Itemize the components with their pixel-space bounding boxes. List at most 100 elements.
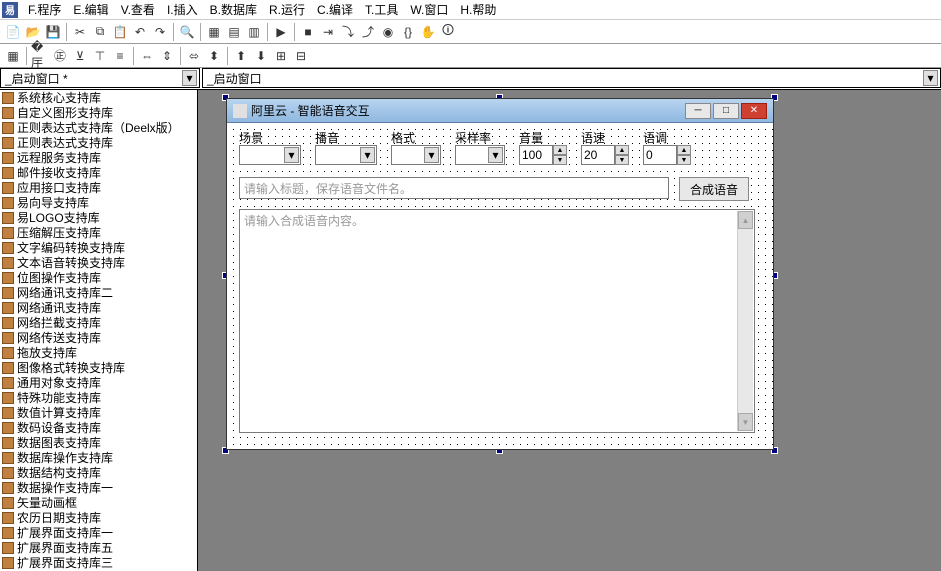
tree-item[interactable]: 易LOGO支持库 [0, 210, 197, 225]
tree-item[interactable]: 正则表达式支持库 [0, 135, 197, 150]
spin-down-icon[interactable]: ▼ [615, 155, 629, 165]
spin-down-icon[interactable]: ▼ [677, 155, 691, 165]
tree-item[interactable]: 扩展界面支持库一 [0, 525, 197, 540]
copy-icon[interactable]: ⧉ [91, 23, 109, 41]
combo-voice[interactable]: ▾ [315, 145, 377, 165]
tree-item[interactable]: 网络通讯支持库 [0, 300, 197, 315]
tree-item[interactable]: 远程服务支持库 [0, 150, 197, 165]
hand-icon[interactable]: ✋ [419, 23, 437, 41]
tree-item[interactable]: 网络传送支持库 [0, 330, 197, 345]
spin-up-icon[interactable]: ▲ [615, 145, 629, 155]
volume-value[interactable]: 100 [519, 145, 553, 165]
title-input[interactable]: 请输入标题，保存语音文件名。 [239, 177, 669, 199]
new-icon[interactable]: 📄 [4, 23, 22, 41]
group-icon[interactable]: ⊞ [272, 47, 290, 65]
menu-program[interactable]: F.程序 [22, 0, 67, 20]
same-width-icon[interactable]: ⬄ [185, 47, 203, 65]
chevron-down-icon[interactable]: ▾ [360, 147, 375, 163]
tree-item[interactable]: 数据库操作支持库 [0, 450, 197, 465]
tree-item[interactable]: 网络拦截支持库 [0, 315, 197, 330]
help-icon[interactable]: 🛈 [439, 23, 457, 41]
minimize-button[interactable]: ─ [685, 103, 711, 119]
align-center-icon[interactable]: ㊣ [51, 47, 69, 65]
spinner-volume[interactable]: 100▲▼ [519, 145, 567, 165]
layout3-icon[interactable]: ▥ [245, 23, 263, 41]
save-icon[interactable]: 💾 [44, 23, 62, 41]
module-selector[interactable]: _启动窗口 * ▾ [0, 68, 200, 88]
tree-item[interactable]: 文字编码转换支持库 [0, 240, 197, 255]
menu-help[interactable]: H.帮助 [454, 0, 502, 20]
paste-icon[interactable]: 📋 [111, 23, 129, 41]
tree-item[interactable]: 系统核心支持库 [0, 90, 197, 105]
tree-item[interactable]: 图像格式转换支持库 [0, 360, 197, 375]
tree-item[interactable]: 拖放支持库 [0, 345, 197, 360]
maximize-button[interactable]: □ [713, 103, 739, 119]
menu-insert[interactable]: I.插入 [161, 0, 204, 20]
tree-item[interactable]: 数码设备支持库 [0, 420, 197, 435]
menu-database[interactable]: B.数据库 [204, 0, 263, 20]
tree-item[interactable]: 特殊功能支持库 [0, 390, 197, 405]
ungroup-icon[interactable]: ⊟ [292, 47, 310, 65]
tree-item[interactable]: 易向导支持库 [0, 195, 197, 210]
step-icon[interactable]: ⇥ [319, 23, 337, 41]
grid-icon[interactable]: ▦ [4, 47, 22, 65]
spin-down-icon[interactable]: ▼ [553, 155, 567, 165]
menu-view[interactable]: V.查看 [115, 0, 161, 20]
combo-scene[interactable]: ▾ [239, 145, 301, 165]
window-selector[interactable]: _启动窗口 ▾ [202, 68, 941, 88]
menu-tools[interactable]: T.工具 [359, 0, 404, 20]
chevron-down-icon[interactable]: ▾ [182, 70, 197, 86]
tree-item[interactable]: 位图操作支持库 [0, 270, 197, 285]
form-window[interactable]: 阿里云 - 智能语音交互 ─ □ ✕ 场景▾ 播音▾ 格式▾ 采样率▾ 音量10… [226, 98, 774, 450]
dist-v-icon[interactable]: ⇕ [158, 47, 176, 65]
spin-up-icon[interactable]: ▲ [677, 145, 691, 155]
combo-rate[interactable]: ▾ [455, 145, 505, 165]
tree-item[interactable]: 自定义图形支持库 [0, 105, 197, 120]
tree-item[interactable]: 通用对象支持库 [0, 375, 197, 390]
align-top-icon[interactable]: ⊤ [91, 47, 109, 65]
tree-item[interactable]: 网络通讯支持库二 [0, 285, 197, 300]
tree-item[interactable]: 数据结构支持库 [0, 465, 197, 480]
form-body[interactable]: 场景▾ 播音▾ 格式▾ 采样率▾ 音量100▲▼ 语速20▲▼ 语调0▲▼ 请输… [227, 123, 773, 449]
chevron-down-icon[interactable]: ▾ [424, 147, 439, 163]
spin-up-icon[interactable]: ▲ [553, 145, 567, 155]
tree-item[interactable]: 应用接口支持库 [0, 180, 197, 195]
menu-compile[interactable]: C.编译 [311, 0, 359, 20]
tree-item[interactable]: 邮件接收支持库 [0, 165, 197, 180]
scrollbar[interactable] [737, 211, 753, 431]
breakpoint-icon[interactable]: ◉ [379, 23, 397, 41]
tree-item[interactable]: 数据图表支持库 [0, 435, 197, 450]
tree-item[interactable]: 正则表达式支持库（Deelx版） [0, 120, 197, 135]
tree-item[interactable]: 文本语音转换支持库 [0, 255, 197, 270]
dist-h-icon[interactable]: ⇔ [138, 47, 156, 65]
design-canvas[interactable]: 阿里云 - 智能语音交互 ─ □ ✕ 场景▾ 播音▾ 格式▾ 采样率▾ 音量10… [198, 90, 941, 571]
tree-item[interactable]: 数值计算支持库 [0, 405, 197, 420]
open-icon[interactable]: 📂 [24, 23, 42, 41]
menu-window[interactable]: W.窗口 [404, 0, 454, 20]
stepover-icon[interactable]: ⤵ [339, 23, 357, 41]
align-mid-icon[interactable]: ≡ [111, 47, 129, 65]
chevron-down-icon[interactable]: ▾ [488, 147, 503, 163]
tree-item[interactable]: 数据操作支持库一 [0, 480, 197, 495]
redo-icon[interactable]: ↷ [151, 23, 169, 41]
close-button[interactable]: ✕ [741, 103, 767, 119]
layout2-icon[interactable]: ▤ [225, 23, 243, 41]
menu-edit[interactable]: E.编辑 [67, 0, 114, 20]
send-back-icon[interactable]: ⬇ [252, 47, 270, 65]
run-icon[interactable]: ▶ [272, 23, 290, 41]
spinner-speed[interactable]: 20▲▼ [581, 145, 629, 165]
spinner-pitch[interactable]: 0▲▼ [643, 145, 691, 165]
tree-item[interactable]: 矢量动画框 [0, 495, 197, 510]
titlebar[interactable]: 阿里云 - 智能语音交互 ─ □ ✕ [227, 99, 773, 123]
pitch-value[interactable]: 0 [643, 145, 677, 165]
tree-item[interactable]: 压缩解压支持库 [0, 225, 197, 240]
speed-value[interactable]: 20 [581, 145, 615, 165]
same-height-icon[interactable]: ⬍ [205, 47, 223, 65]
stepout-icon[interactable]: ⤴ [359, 23, 377, 41]
find-icon[interactable]: 🔍 [178, 23, 196, 41]
stop-icon[interactable]: ■ [299, 23, 317, 41]
tree-item[interactable]: 扩展界面支持库五 [0, 540, 197, 555]
combo-format[interactable]: ▾ [391, 145, 441, 165]
synthesize-button[interactable]: 合成语音 [679, 177, 749, 201]
undo-icon[interactable]: ↶ [131, 23, 149, 41]
